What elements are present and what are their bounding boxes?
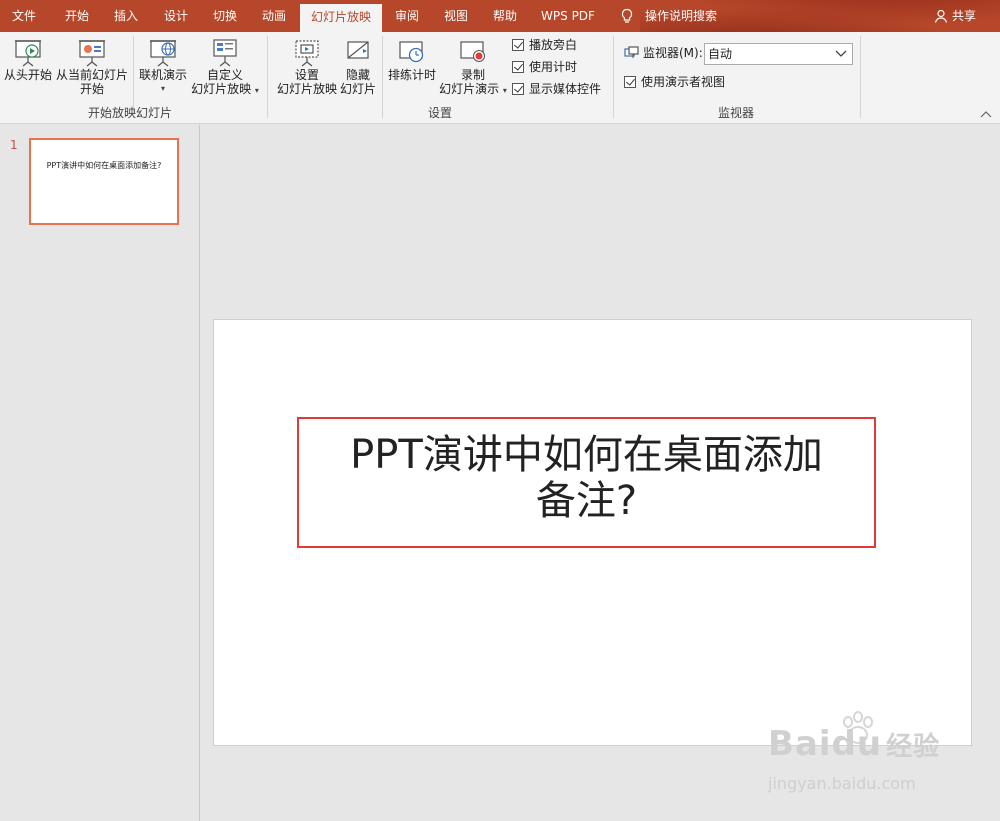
setup-slideshow-icon (295, 40, 319, 67)
baidu-jingyan-watermark: Baidu 经验 jingyan.baidu.com (768, 711, 948, 802)
online-present-icon (150, 40, 176, 67)
stopwatch-icon (399, 41, 424, 63)
custom-slideshow-icon (213, 39, 237, 67)
group-label-start-slideshow: 开始放映幻灯片 (87, 106, 172, 120)
tab-animations[interactable]: 动画 (253, 0, 295, 32)
hide-slide-line2: 幻灯片 (339, 82, 376, 96)
record-icon (460, 41, 485, 62)
monitor-icon (624, 46, 639, 58)
hide-slide-line1: 隐藏 (345, 68, 370, 82)
record-slideshow-line1: 录制 (460, 68, 485, 82)
monitor-select[interactable]: 自动 (704, 43, 853, 65)
slide-thumbnail[interactable]: PPT演讲中如何在桌面添加备注? (29, 138, 179, 225)
tab-wps-pdf[interactable]: WPS PDF (535, 0, 601, 32)
tab-home[interactable]: 开始 (56, 0, 98, 32)
checkbox-checked-icon (512, 39, 524, 51)
ribbon-separator (613, 36, 614, 118)
custom-slideshow-line1: 自定义 (206, 68, 243, 82)
ribbon-separator (860, 36, 861, 118)
online-present-label: 联机演示 (138, 68, 187, 82)
from-beginning-button[interactable]: 从头开始 (3, 38, 53, 82)
chevron-down-icon (835, 50, 847, 57)
play-from-start-icon (15, 40, 41, 67)
slide-title: PPT演讲中如何在桌面添加 备注? (350, 432, 823, 524)
watermark-brand: Baidu 经验 (768, 724, 941, 764)
tab-transitions[interactable]: 切换 (204, 0, 246, 32)
monitor-select-value: 自动 (708, 47, 733, 61)
ribbon-separator (382, 36, 383, 118)
group-label-setup: 设置 (427, 106, 452, 120)
play-narrations-label: 播放旁白 (529, 38, 578, 52)
hide-slide-button[interactable]: 隐藏 幻灯片 (338, 38, 378, 96)
collapse-ribbon-icon[interactable] (980, 110, 992, 118)
tab-slideshow[interactable]: 幻灯片放映 (300, 4, 382, 32)
tab-file[interactable]: 文件 (3, 0, 45, 32)
rehearse-timings-button[interactable]: 排练计时 (386, 38, 438, 82)
from-current-line2: 开始 (79, 82, 104, 96)
watermark-url: jingyan.baidu.com (768, 774, 916, 793)
tab-insert[interactable]: 插入 (105, 0, 147, 32)
from-current-slide-button[interactable]: 从当前幻灯片 开始 (55, 38, 129, 96)
share-label: 共享 (952, 9, 977, 23)
slide-number: 1 (10, 138, 18, 152)
show-media-controls-label: 显示媒体控件 (529, 82, 602, 96)
ribbon: 从头开始 从当前幻灯片 开始 联机演示 ▾ 自定义 幻灯片放映 ▾ 开始放映幻灯… (0, 32, 1000, 124)
from-beginning-label: 从头开始 (3, 68, 52, 82)
online-present-dropdown-icon[interactable]: ▾ (137, 82, 189, 96)
record-slideshow-line2: 幻灯片演示 ▾ (439, 82, 507, 96)
online-present-button[interactable]: 联机演示 ▾ (137, 38, 189, 96)
group-label-monitors: 监视器 (717, 106, 754, 120)
custom-slideshow-button[interactable]: 自定义 幻灯片放映 ▾ (189, 38, 261, 98)
tab-design[interactable]: 设计 (155, 0, 197, 32)
use-timings-label: 使用计时 (529, 60, 578, 74)
play-from-current-icon (79, 40, 105, 67)
slide-canvas[interactable]: PPT演讲中如何在桌面添加 备注? (213, 319, 972, 746)
tab-review[interactable]: 审阅 (386, 0, 428, 32)
record-slideshow-button[interactable]: 录制 幻灯片演示 ▾ (437, 38, 509, 98)
from-current-line1: 从当前幻灯片 (55, 68, 128, 82)
setup-slideshow-button[interactable]: 设置 幻灯片放映 (276, 38, 338, 96)
presenter-view-label: 使用演示者视图 (641, 75, 726, 89)
powerpoint-window: 文件 开始 插入 设计 切换 动画 幻灯片放映 审阅 视图 帮助 WPS PDF… (0, 0, 1000, 821)
slide-title-placeholder[interactable]: PPT演讲中如何在桌面添加 备注? (297, 417, 876, 548)
hide-slide-icon (347, 41, 369, 59)
checkbox-checked-icon (512, 61, 524, 73)
tell-me-label: 操作说明搜索 (645, 9, 718, 23)
tab-help[interactable]: 帮助 (484, 0, 526, 32)
setup-slideshow-line1: 设置 (294, 68, 319, 82)
person-icon (934, 9, 948, 23)
slide-thumbnail-title: PPT演讲中如何在桌面添加备注? (46, 161, 162, 170)
slide-thumbnail-pane: 1 PPT演讲中如何在桌面添加备注? (0, 125, 200, 821)
checkbox-checked-icon (624, 76, 636, 88)
checkbox-checked-icon (512, 83, 524, 95)
rehearse-timings-label: 排练计时 (387, 68, 436, 82)
tab-view[interactable]: 视图 (435, 0, 477, 32)
setup-slideshow-line2: 幻灯片放映 (276, 82, 337, 96)
menu-bar: 文件 开始 插入 设计 切换 动画 幻灯片放映 审阅 视图 帮助 WPS PDF… (0, 0, 1000, 32)
ribbon-separator (267, 36, 268, 118)
custom-slideshow-line2: 幻灯片放映 ▾ (191, 82, 259, 96)
lightbulb-icon (621, 8, 633, 23)
